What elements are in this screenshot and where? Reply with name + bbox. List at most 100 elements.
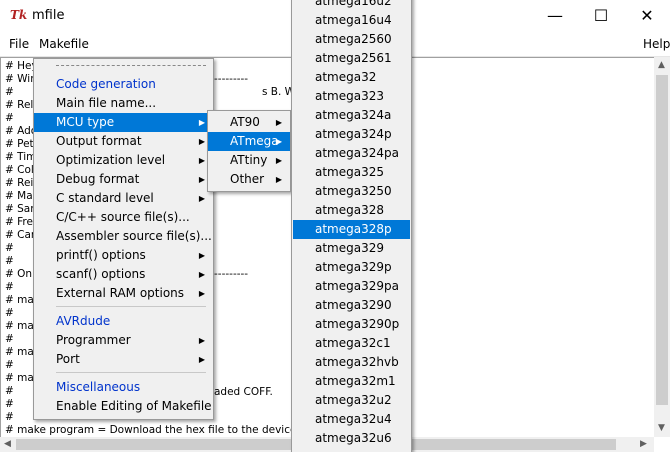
scroll-left-icon[interactable]: ◀ <box>4 439 11 449</box>
mcu-option-label: atmega329 <box>315 241 385 255</box>
mcu-option-item[interactable]: atmega328 <box>293 201 410 220</box>
editor-line: # <box>5 307 14 319</box>
editor-line: # <box>5 333 14 345</box>
main-file-name-item[interactable]: Main file name... <box>34 94 213 113</box>
tk-feather-icon: Tk <box>10 8 28 22</box>
mcu-option-label: atmega2560 <box>315 32 392 46</box>
editor-line: # On <box>5 268 33 280</box>
mcu-option-item[interactable]: atmega3250 <box>293 182 410 201</box>
submenu-arrow-icon: ▶ <box>198 289 205 298</box>
c-standard-level-item[interactable]: C standard level ▶ <box>34 189 213 208</box>
mcu-option-item[interactable]: atmega328p <box>293 220 410 239</box>
mcu-option-item[interactable]: atmega324p <box>293 125 410 144</box>
mcu-type-item[interactable]: MCU type ▶ <box>34 113 213 132</box>
mcu-option-label: atmega324a <box>315 108 392 122</box>
menu-help[interactable]: Help <box>643 37 670 51</box>
printf-options-item[interactable]: printf() options ▶ <box>34 246 213 265</box>
mcu-option-label: atmega328 <box>315 203 385 217</box>
output-format-item[interactable]: Output format ▶ <box>34 132 213 151</box>
close-button[interactable]: ✕ <box>624 0 670 32</box>
minimize-button[interactable]: — <box>532 0 578 32</box>
mcu-option-label: atmega329pa <box>315 279 399 293</box>
mcu-option-item[interactable]: atmega323 <box>293 87 410 106</box>
attiny-item[interactable]: ATtiny ▶ <box>208 151 290 170</box>
mcu-option-item[interactable]: atmega325 <box>293 163 410 182</box>
mcu-option-item[interactable]: atmega32hvb <box>293 353 410 372</box>
port-item[interactable]: Port ▶ <box>34 350 213 369</box>
c-cpp-source-files-item[interactable]: C/C++ source file(s)... <box>34 208 213 227</box>
editor-line: # <box>5 411 14 423</box>
mcu-option-label: atmega32m1 <box>315 374 396 388</box>
mcu-option-item[interactable]: atmega3290 <box>293 296 410 315</box>
mcu-option-label: atmega2561 <box>315 51 392 65</box>
debug-format-item[interactable]: Debug format ▶ <box>34 170 213 189</box>
mcu-option-label: atmega323 <box>315 89 385 103</box>
mcu-option-label: atmega16u4 <box>315 13 392 27</box>
submenu-arrow-icon: ▶ <box>198 118 205 127</box>
maximize-button[interactable]: ☐ <box>578 0 624 32</box>
mcu-option-label: atmega329p <box>315 260 392 274</box>
editor-line: # Car <box>5 229 36 241</box>
scanf-options-item[interactable]: scanf() options ▶ <box>34 265 213 284</box>
mcu-option-item[interactable]: atmega32c1 <box>293 334 410 353</box>
tearoff-line[interactable] <box>56 65 206 66</box>
mcu-option-item[interactable]: atmega32u4 <box>293 410 410 429</box>
editor-line: # Fre <box>5 216 33 228</box>
optimization-level-item[interactable]: Optimization level ▶ <box>34 151 213 170</box>
submenu-arrow-icon: ▶ <box>275 118 282 127</box>
mcu-option-item[interactable]: atmega32u6 <box>293 429 410 448</box>
editor-line: # <box>5 112 14 124</box>
editor-text-fragment: --------- <box>214 268 249 280</box>
submenu-arrow-icon: ▶ <box>198 251 205 260</box>
menu-file[interactable]: File <box>9 37 29 51</box>
mcu-option-label: atmega32hvb <box>315 355 399 369</box>
mcu-option-label: atmega3250 <box>315 184 392 198</box>
programmer-item[interactable]: Programmer ▶ <box>34 331 213 350</box>
mcu-option-label: atmega324p <box>315 127 392 141</box>
mcu-option-item[interactable]: atmega2560 <box>293 30 410 49</box>
mcu-option-label: atmega3290p <box>315 317 400 331</box>
mcu-option-item[interactable]: atmega329p <box>293 258 410 277</box>
editor-line: # Pet <box>5 138 34 150</box>
enable-editing-item[interactable]: Enable Editing of Makefile <box>34 397 213 416</box>
submenu-arrow-icon: ▶ <box>275 156 282 165</box>
external-ram-options-item[interactable]: External RAM options ▶ <box>34 284 213 303</box>
submenu-arrow-icon: ▶ <box>275 175 282 184</box>
mcu-option-item[interactable]: atmega32m1 <box>293 372 410 391</box>
assembler-source-files-item[interactable]: Assembler source file(s)... <box>34 227 213 246</box>
submenu-arrow-icon: ▶ <box>198 270 205 279</box>
mcu-option-label: atmega32u4 <box>315 412 392 426</box>
miscellaneous-header: Miscellaneous <box>56 380 141 394</box>
mcu-option-item[interactable]: atmega329 <box>293 239 410 258</box>
vertical-scrollbar[interactable]: ▲ ▼ <box>654 57 670 437</box>
mcu-option-item[interactable]: atmega329pa <box>293 277 410 296</box>
mcu-option-label: atmega328p <box>315 222 392 236</box>
at90-item[interactable]: AT90 ▶ <box>208 113 290 132</box>
scroll-up-icon[interactable]: ▲ <box>658 60 665 70</box>
scroll-right-icon[interactable]: ▶ <box>640 439 647 449</box>
mcu-type-submenu: AT90 ▶ ATmega ▶ ATtiny ▶ Other ▶ <box>207 110 291 192</box>
mcu-option-item[interactable]: atmega324a <box>293 106 410 125</box>
editor-line: # <box>5 242 14 254</box>
other-item[interactable]: Other ▶ <box>208 170 290 189</box>
mcu-option-item[interactable]: atmega3290p <box>293 315 410 334</box>
atmega-item[interactable]: ATmega ▶ <box>208 132 290 151</box>
mcu-option-item[interactable]: atmega324pa <box>293 144 410 163</box>
avrdude-header: AVRdude <box>56 314 111 328</box>
mcu-option-item[interactable]: atmega2561 <box>293 49 410 68</box>
editor-line: # <box>5 398 14 410</box>
editor-line: # make program = Download the hex file t… <box>5 424 332 436</box>
submenu-arrow-icon: ▶ <box>198 175 205 184</box>
mcu-option-item[interactable]: atmega16u4 <box>293 11 410 30</box>
mcu-option-item[interactable]: atmega32u2 <box>293 391 410 410</box>
editor-line: # Coli <box>5 164 37 176</box>
mcu-option-item[interactable]: atmega32 <box>293 68 410 87</box>
scroll-down-icon[interactable]: ▼ <box>658 423 665 433</box>
mcu-option-label: atmega325 <box>315 165 385 179</box>
editor-line: # <box>5 255 14 267</box>
editor-line: # <box>5 359 14 371</box>
menu-makefile[interactable]: Makefile <box>39 37 89 51</box>
mcu-option-item[interactable]: atmega16u2 <box>293 0 410 11</box>
vertical-scroll-thumb[interactable] <box>656 75 668 405</box>
submenu-arrow-icon: ▶ <box>198 137 205 146</box>
